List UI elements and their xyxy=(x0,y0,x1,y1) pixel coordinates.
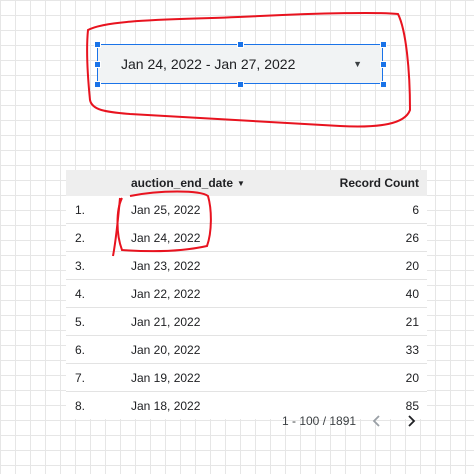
row-index: 3. xyxy=(75,258,86,273)
pagination-label: 1 - 100 / 1891 xyxy=(282,414,357,428)
count-cell: 21 xyxy=(405,314,419,329)
date-cell: Jan 20, 2022 xyxy=(131,342,201,357)
date-range-control[interactable]: Jan 24, 2022 - Jan 27, 2022 ▼ xyxy=(97,44,383,84)
chevron-right-icon xyxy=(408,415,416,427)
row-index: 8. xyxy=(75,398,86,413)
table-header: auction_end_date ▼ Record Count xyxy=(66,170,427,196)
resize-handle-bottom-right[interactable] xyxy=(380,81,387,88)
count-cell: 40 xyxy=(405,286,419,301)
date-cell: Jan 21, 2022 xyxy=(131,314,201,329)
resize-handle-top-right[interactable] xyxy=(380,41,387,48)
row-index: 1. xyxy=(75,202,86,217)
resize-handle-middle-right[interactable] xyxy=(380,61,387,68)
sort-desc-icon[interactable]: ▼ xyxy=(237,179,245,188)
resize-handle-middle-left[interactable] xyxy=(94,61,101,68)
count-cell: 33 xyxy=(405,342,419,357)
count-cell: 6 xyxy=(412,202,419,217)
resize-handle-bottom-center[interactable] xyxy=(237,81,244,88)
count-cell: 20 xyxy=(405,370,419,385)
date-cell: Jan 18, 2022 xyxy=(131,398,201,413)
date-cell: Jan 24, 2022 xyxy=(131,230,201,245)
row-index: 6. xyxy=(75,342,86,357)
count-cell: 26 xyxy=(405,230,419,245)
table-row: 6. Jan 20, 2022 33 xyxy=(66,336,427,364)
table-row: 3. Jan 23, 2022 20 xyxy=(66,252,427,280)
resize-handle-bottom-left[interactable] xyxy=(94,81,101,88)
table-row: 1. Jan 25, 2022 6 xyxy=(66,196,427,224)
column-header-label: auction_end_date xyxy=(131,176,234,190)
row-index: 7. xyxy=(75,370,86,385)
next-page-button[interactable] xyxy=(401,410,421,432)
date-cell: Jan 23, 2022 xyxy=(131,258,201,273)
resize-handle-top-left[interactable] xyxy=(94,41,101,48)
date-range-value: Jan 24, 2022 - Jan 27, 2022 xyxy=(121,56,296,72)
row-index: 4. xyxy=(75,286,86,301)
prev-page-button[interactable] xyxy=(367,410,387,432)
table-row: 4. Jan 22, 2022 40 xyxy=(66,280,427,308)
dropdown-arrow-icon[interactable]: ▼ xyxy=(353,59,362,69)
row-index: 2. xyxy=(75,230,86,245)
table-row: 2. Jan 24, 2022 26 xyxy=(66,224,427,252)
chevron-left-icon xyxy=(372,415,380,427)
date-cell: Jan 22, 2022 xyxy=(131,286,201,301)
column-header-record-count[interactable]: Record Count xyxy=(340,176,419,190)
count-cell: 20 xyxy=(405,258,419,273)
table-row: 5. Jan 21, 2022 21 xyxy=(66,308,427,336)
data-table: auction_end_date ▼ Record Count 1. Jan 2… xyxy=(66,170,427,419)
date-cell: Jan 25, 2022 xyxy=(131,202,201,217)
date-cell: Jan 19, 2022 xyxy=(131,370,201,385)
column-header-auction-end-date[interactable]: auction_end_date ▼ xyxy=(131,176,245,190)
row-index: 5. xyxy=(75,314,86,329)
table-row: 7. Jan 19, 2022 20 xyxy=(66,364,427,392)
resize-handle-top-center[interactable] xyxy=(237,41,244,48)
